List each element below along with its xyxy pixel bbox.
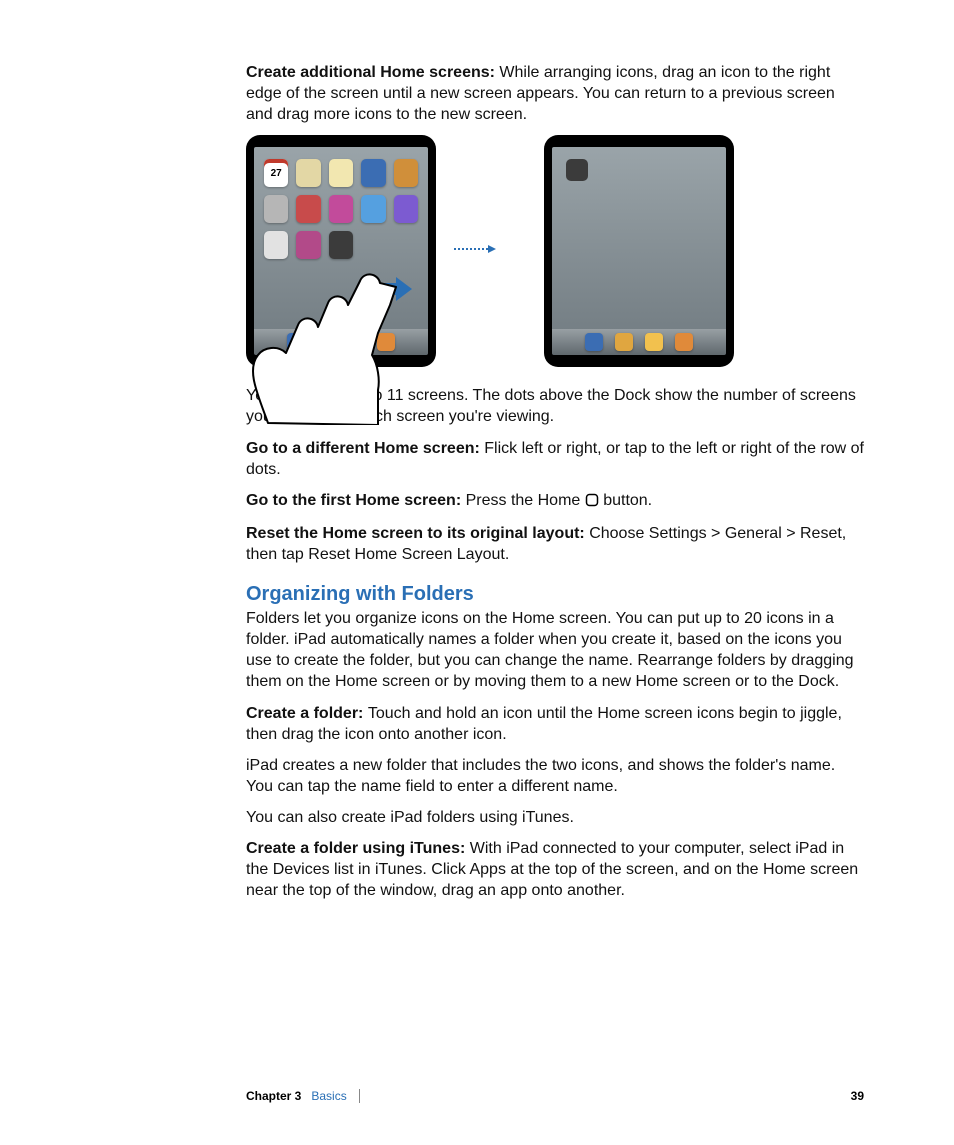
page-footer: Chapter 3 Basics 39 [246,1089,864,1103]
figure-drag-to-new-screen: 27 [246,135,864,367]
dock-app-icon [675,333,693,351]
footer-chapter-name: Basics [311,1089,346,1103]
dock-app-icon [317,333,335,351]
app-icon [264,195,288,223]
app-icon: 27 [264,159,288,187]
lead-create-home-screens: Create additional Home screens: [246,64,499,81]
ipad-left-icon-grid: 27 [264,159,418,259]
para-go-different: Go to a different Home screen: Flick lef… [246,438,864,480]
lead-create-folder-itunes: Create a folder using iTunes: [246,840,470,857]
calendar-icon: 27 [264,159,288,187]
manual-page: Create additional Home screens: While ar… [0,0,954,1145]
para-folders-intro: Folders let you organize icons on the Ho… [246,608,864,692]
ipad-right-single-app [566,159,588,181]
heading-organizing-folders: Organizing with Folders [246,583,864,606]
para-create-folder-itunes: Create a folder using iTunes: With iPad … [246,838,864,901]
footer-page-number: 39 [851,1089,864,1103]
app-icon [296,159,320,187]
dock-app-icon [347,333,365,351]
para-create-folder: Create a folder: Touch and hold an icon … [246,703,864,745]
app-icon [329,159,353,187]
footer-chapter: Chapter 3 [246,1089,301,1103]
home-button-icon [585,492,599,513]
app-icon [361,195,385,223]
ipad-right-dock [552,329,726,355]
app-icon [329,195,353,223]
app-icon [361,159,385,187]
dock-app-icon [287,333,305,351]
ipad-left-screen: 27 [254,147,428,355]
ipad-right-screen [552,147,726,355]
para-reset-layout: Reset the Home screen to its original la… [246,523,864,565]
para-create-home-screens: Create additional Home screens: While ar… [246,62,864,125]
lead-create-folder: Create a folder: [246,705,368,722]
app-icon [394,195,418,223]
para-go-first: Go to the first Home screen: Press the H… [246,490,864,513]
para-folders-itunes: You can also create iPad folders using i… [246,807,864,828]
dotted-arrow-icon [454,245,496,253]
lead-go-different: Go to a different Home screen: [246,440,484,457]
app-icon [296,231,320,259]
app-icon [264,231,288,259]
para-11-screens: You can have up to 11 screens. The dots … [246,385,864,427]
app-icon [329,231,353,259]
dock-app-icon [645,333,663,351]
app-icon [296,195,320,223]
ipad-right [544,135,734,367]
dock-app-icon [377,333,395,351]
ipad-left: 27 [246,135,436,367]
lead-go-first: Go to the first Home screen: [246,492,466,509]
text-go-first-pre: Press the Home [466,492,585,509]
footer-separator [359,1089,360,1103]
dock-app-icon [585,333,603,351]
app-icon [394,159,418,187]
ipad-left-dock [254,329,428,355]
para-folder-name: iPad creates a new folder that includes … [246,755,864,797]
text-go-first-post: button. [599,492,652,509]
dock-app-icon [615,333,633,351]
lead-reset-layout: Reset the Home screen to its original la… [246,525,589,542]
